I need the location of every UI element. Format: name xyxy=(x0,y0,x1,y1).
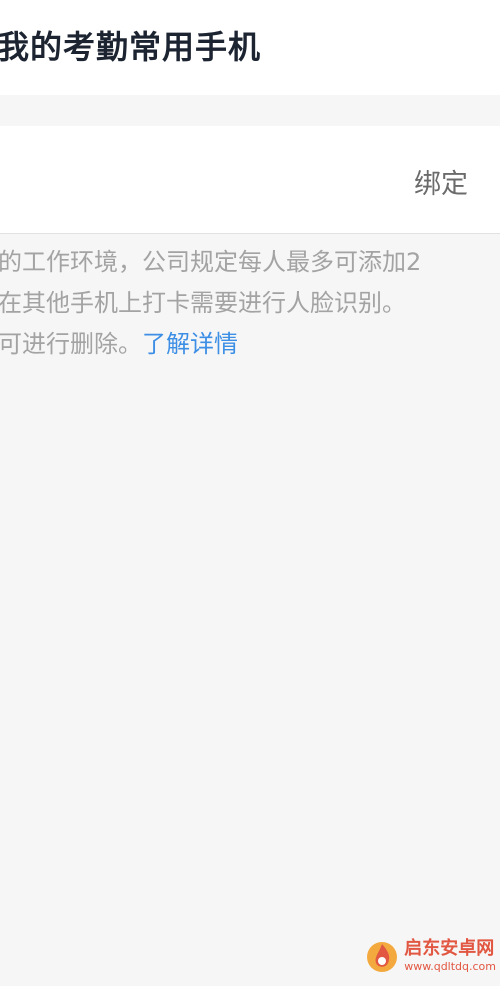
watermark-text: 启东安卓网 www.qdltdq.com xyxy=(404,938,496,973)
policy-note-line-1: 的工作环境，公司规定每人最多可添加2 xyxy=(0,248,422,276)
policy-note-line-3: 可进行删除。了解详情 xyxy=(0,324,478,365)
watermark-url: www.qdltdq.com xyxy=(404,960,496,973)
flame-logo-icon xyxy=(367,942,398,972)
policy-note: 的工作环境，公司规定每人最多可添加2 在其他手机上打卡需要进行人脸识别。 可进行… xyxy=(0,242,478,365)
screen: 我的考勤常用手机 绑定 的工作环境，公司规定每人最多可添加2 在其他手机上打卡需… xyxy=(0,0,500,986)
bind-button[interactable]: 绑定 xyxy=(414,162,468,201)
section-gap xyxy=(0,95,500,126)
policy-note-line-2: 在其他手机上打卡需要进行人脸识别。 xyxy=(0,289,406,317)
watermark: 启东安卓网 www.qdltdq.com xyxy=(364,934,496,978)
policy-note-line-3-text: 可进行删除。 xyxy=(0,330,142,358)
page-title: 我的考勤常用手机 xyxy=(0,28,262,66)
learn-more-link[interactable]: 了解详情 xyxy=(142,330,238,358)
header: 我的考勤常用手机 xyxy=(0,0,500,95)
watermark-name: 启东安卓网 xyxy=(404,938,495,959)
device-row: 绑定 xyxy=(0,126,500,234)
